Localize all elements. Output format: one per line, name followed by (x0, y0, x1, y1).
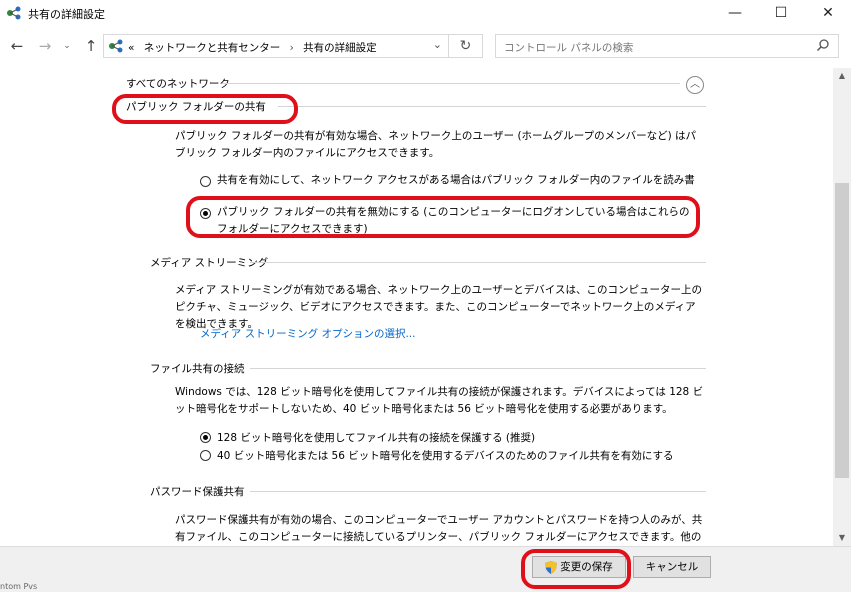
annotation-highlight-save (521, 549, 631, 589)
media-streaming-options-link[interactable]: メディア ストリーミング オプションの選択... (200, 326, 415, 341)
scroll-down-icon[interactable]: ▼ (833, 530, 851, 546)
encryption-40-56-label[interactable]: 40 ビット暗号化または 56 ビット暗号化を使用するデバイスのためのファイル共… (217, 448, 674, 463)
scroll-up-icon[interactable]: ▲ (833, 68, 851, 84)
breadcrumb-separator: › (289, 42, 294, 54)
file-sharing-heading: ファイル共有の接続 (150, 363, 245, 375)
file-sharing-description: Windows では、128 ビット暗号化を使用してファイル共有の接続が保護され… (175, 386, 704, 415)
taskbar-peek-text: ntom Pvs (0, 582, 38, 591)
divider (222, 83, 680, 84)
title-bar: 共有の詳細設定 — ☐ ✕ (0, 0, 851, 26)
chevron-down-icon[interactable]: ⌄ (433, 38, 442, 51)
address-bar[interactable]: « ネットワークと共有センター › 共有の詳細設定 ⌄ (103, 34, 449, 58)
divider (278, 106, 706, 107)
cancel-button[interactable]: キャンセル (633, 556, 711, 578)
password-sharing-heading: パスワード保護共有 (150, 486, 245, 498)
annotation-highlight-option (186, 196, 700, 238)
forward-button[interactable]: → (36, 36, 54, 56)
public-folder-enable-label[interactable]: 共有を有効にして、ネットワーク アクセスがある場合はパブリック フォルダー内のフ… (217, 172, 705, 189)
divider (250, 491, 706, 492)
recent-locations-button[interactable]: ⌄ (60, 36, 74, 56)
scrollbar-thumb[interactable] (835, 183, 849, 478)
refresh-button[interactable]: ↻ (449, 34, 483, 58)
public-folder-enable-radio[interactable] (200, 176, 211, 187)
collapse-icon[interactable]: ︿ (686, 76, 704, 94)
up-button[interactable]: ↑ (82, 36, 100, 56)
section-title: すべてのネットワーク (126, 78, 230, 90)
dialog-footer: 変更の保存 キャンセル (0, 546, 851, 592)
maximize-button[interactable]: ☐ (758, 0, 804, 26)
breadcrumb-item-network-center[interactable]: ネットワークと共有センター (144, 42, 281, 54)
password-sharing-description: パスワード保護共有が有効の場合、このコンピューターでユーザー アカウントとパスワ… (175, 514, 703, 543)
search-placeholder: コントロール パネルの検索 (504, 42, 634, 54)
breadcrumb-overflow[interactable]: « (128, 42, 134, 54)
divider (250, 262, 706, 263)
network-center-icon (109, 39, 123, 53)
search-icon[interactable] (816, 38, 830, 52)
encryption-128-radio[interactable] (200, 432, 211, 443)
navigation-bar: ← → ⌄ ↑ « ネットワークと共有センター › 共有の詳細設定 ⌄ ↻ コン… (0, 26, 851, 68)
close-button[interactable]: ✕ (805, 0, 851, 26)
breadcrumb: « ネットワークと共有センター › 共有の詳細設定 (128, 40, 377, 55)
settings-content: すべてのネットワーク ︿ パブリック フォルダーの共有 パブリック フォルダーの… (0, 68, 833, 546)
divider (250, 368, 706, 369)
network-center-icon (7, 6, 21, 20)
annotation-highlight-heading (112, 94, 298, 124)
search-input[interactable]: コントロール パネルの検索 (495, 34, 839, 58)
encryption-40-56-radio[interactable] (200, 450, 211, 461)
window-title: 共有の詳細設定 (28, 8, 105, 21)
breadcrumb-item-advanced-sharing[interactable]: 共有の詳細設定 (303, 42, 377, 54)
encryption-128-label[interactable]: 128 ビット暗号化を使用してファイル共有の接続を保護する (推奨) (217, 430, 535, 445)
vertical-scrollbar[interactable]: ▲ ▼ (833, 68, 851, 546)
back-button[interactable]: ← (8, 36, 26, 56)
minimize-button[interactable]: — (712, 0, 758, 26)
public-folder-description: パブリック フォルダーの共有が有効な場合、ネットワーク上のユーザー (ホームグル… (175, 130, 697, 159)
